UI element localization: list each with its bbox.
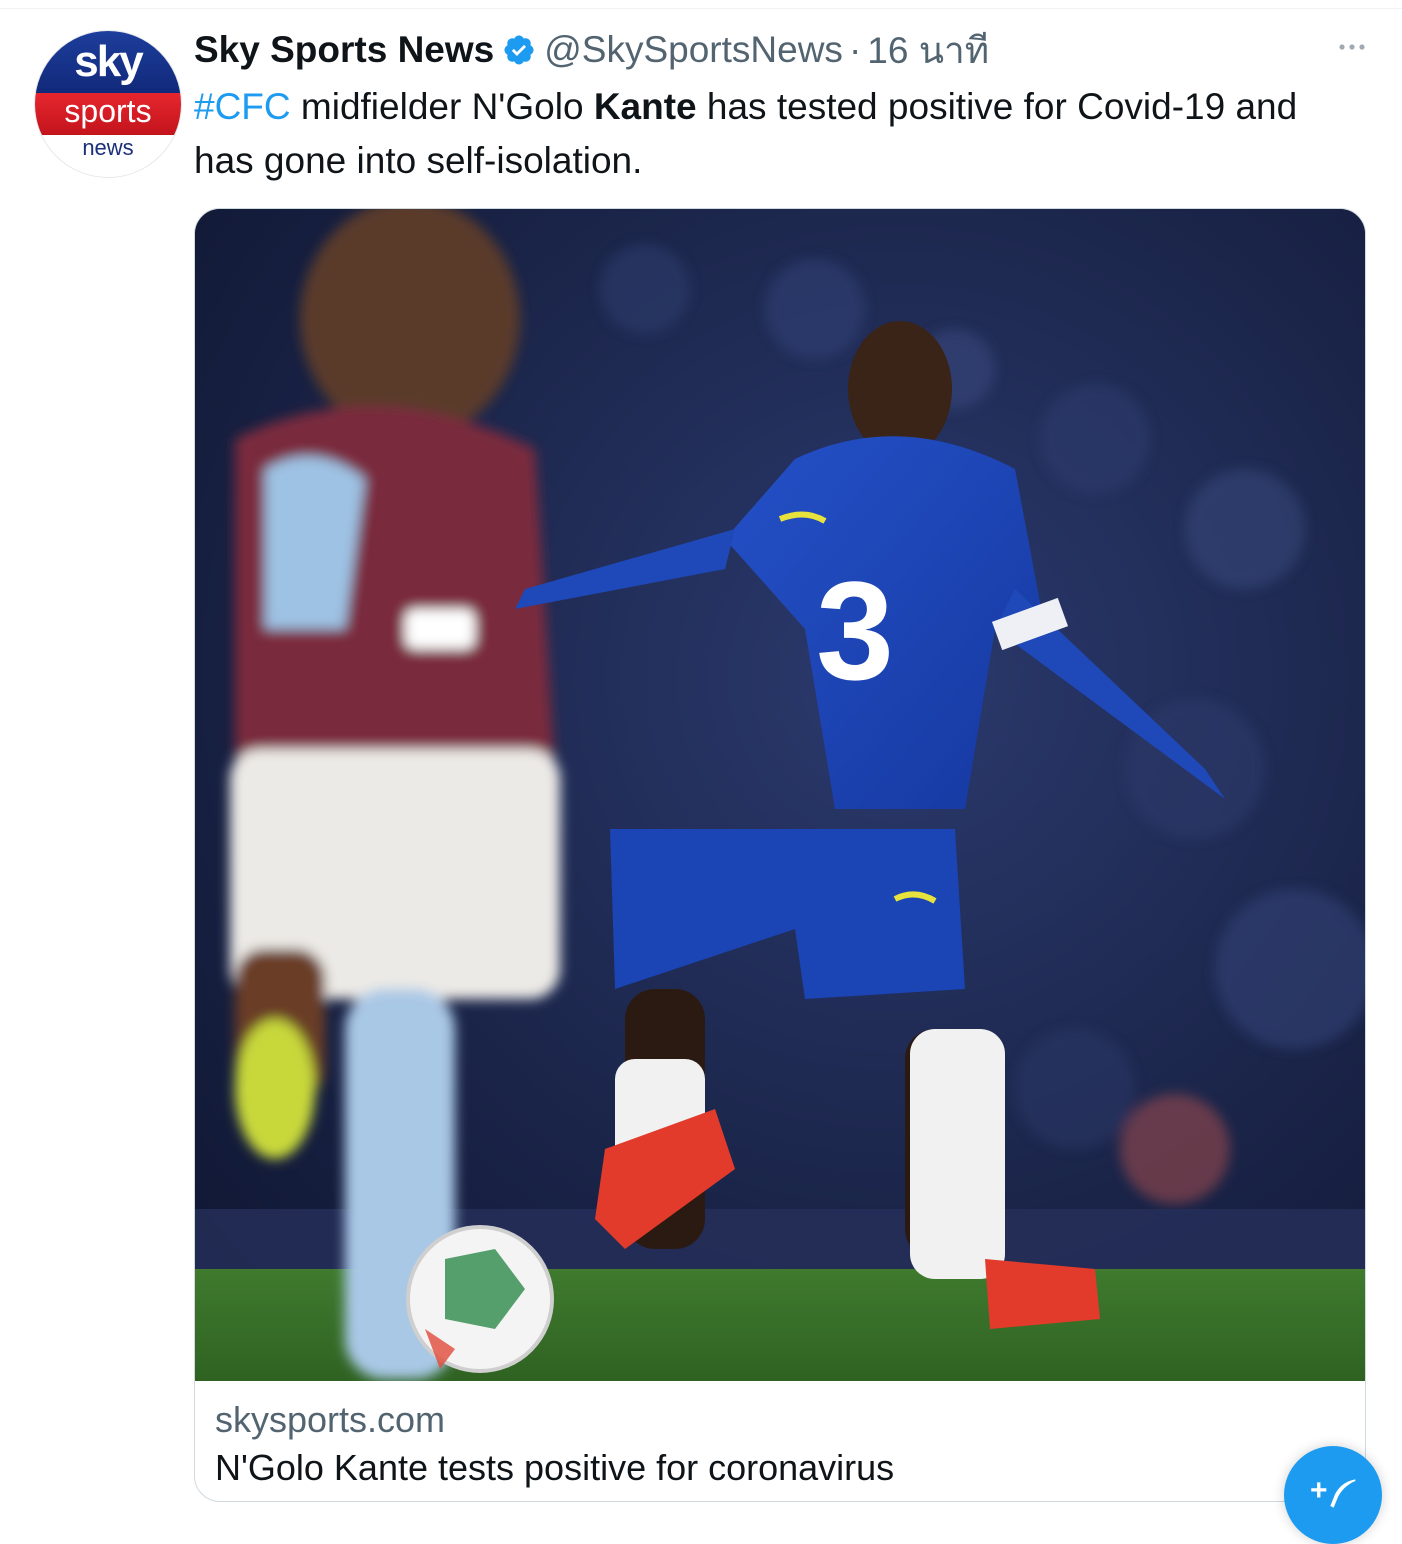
card-image: 3	[195, 209, 1365, 1381]
tweet[interactable]: sky sports news Sky Sports News @SkySpor…	[0, 0, 1402, 1544]
tweet-timestamp[interactable]: 16 นาที	[867, 21, 989, 80]
compose-tweet-button[interactable]: +	[1284, 1446, 1382, 1544]
tweet-header: Sky Sports News @SkySportsNews · 16 นาที	[194, 26, 989, 74]
avatar-logo-sports: sports	[64, 93, 152, 129]
more-horizontal-icon	[1339, 44, 1365, 50]
card-title[interactable]: N'Golo Kante tests positive for coronavi…	[215, 1447, 894, 1489]
display-name[interactable]: Sky Sports News	[194, 29, 494, 71]
tweet-text-part1: midfielder N'Golo	[290, 86, 594, 127]
more-options-button[interactable]	[1330, 32, 1374, 62]
user-handle[interactable]: @SkySportsNews	[544, 29, 843, 71]
header-separator: ·	[848, 29, 862, 70]
football-photo-illustration: 3	[195, 209, 1365, 1381]
tweet-text: #CFC midfielder N'Golo Kante has tested …	[194, 80, 1364, 188]
avatar-logo-sky: sky	[74, 37, 143, 86]
feather-icon	[1330, 1479, 1356, 1508]
link-card[interactable]: 3 skysports.com N'Golo Kante tests posit…	[194, 208, 1366, 1502]
tweet-text-bold: Kante	[593, 86, 697, 127]
card-domain: skysports.com	[215, 1399, 446, 1440]
hashtag-link[interactable]: #CFC	[194, 86, 291, 127]
verified-badge-icon	[502, 33, 536, 67]
jersey-number: 3	[816, 552, 894, 709]
card-meta: skysports.com N'Golo Kante tests positiv…	[195, 1381, 1365, 1501]
avatar[interactable]: sky sports news	[34, 30, 182, 178]
avatar-logo-news: news	[82, 135, 134, 160]
